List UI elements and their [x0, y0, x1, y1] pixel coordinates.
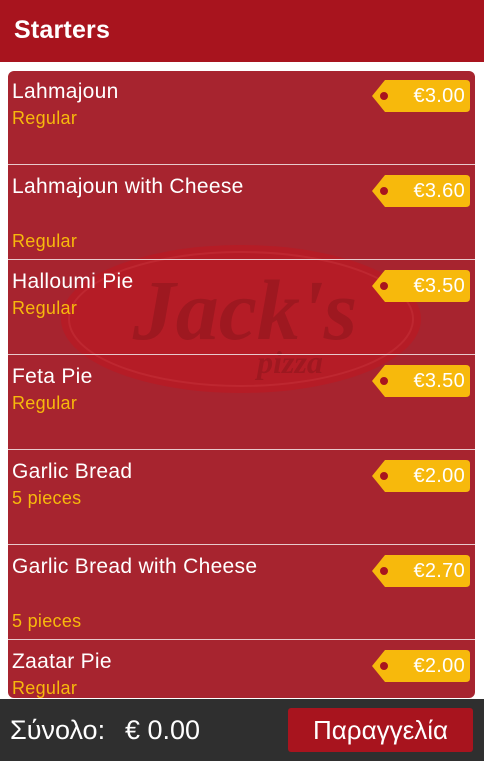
price-tag: €3.00 — [371, 78, 471, 114]
item-name: Zaatar Pie — [12, 650, 112, 673]
item-price: €3.50 — [413, 275, 465, 297]
menu-item[interactable]: Garlic Bread with Cheese 5 pieces €2.70 — [8, 546, 475, 640]
item-price: €2.00 — [413, 655, 465, 677]
menu-list[interactable]: Jack's pizza Lahmajoun Regular €3.00 Lahmaj… — [8, 71, 475, 698]
item-size: Regular — [12, 678, 78, 698]
item-price: €3.50 — [413, 370, 465, 392]
total-label: Σύνολο: — [10, 715, 106, 745]
price-tag: €2.00 — [371, 458, 471, 494]
item-size: Regular — [12, 393, 78, 413]
page-title: Starters — [14, 16, 111, 44]
menu-item[interactable]: Feta Pie Regular €3.50 — [8, 356, 475, 450]
item-name: Lahmajoun — [12, 80, 119, 103]
item-name: Garlic Bread with Cheese — [12, 555, 258, 578]
price-tag: €2.70 — [371, 553, 471, 589]
item-price: €3.00 — [413, 85, 465, 107]
total-value: € 0.00 — [125, 715, 201, 745]
item-price: €2.00 — [413, 465, 465, 487]
item-size: 5 pieces — [12, 488, 82, 508]
menu-item[interactable]: Garlic Bread 5 pieces €2.00 — [8, 451, 475, 545]
item-name: Halloumi Pie — [12, 270, 134, 293]
menu-item[interactable]: Halloumi Pie Regular €3.50 — [8, 261, 475, 355]
item-price: €3.60 — [413, 180, 465, 202]
price-tag: €3.50 — [371, 268, 471, 304]
menu-item[interactable]: Lahmajoun with Cheese Regular €3.60 — [8, 166, 475, 260]
price-tag: €3.50 — [371, 363, 471, 399]
footer-bar: Σύνολο: € 0.00 Παραγγελία — [0, 699, 484, 761]
order-button[interactable]: Παραγγελία — [288, 708, 473, 752]
item-price: €2.70 — [413, 560, 465, 582]
item-name: Lahmajoun with Cheese — [12, 175, 244, 198]
item-size: Regular — [12, 298, 78, 318]
item-size: Regular — [12, 108, 78, 128]
price-tag: €2.00 — [371, 648, 471, 684]
price-tag: €3.60 — [371, 173, 471, 209]
item-size: 5 pieces — [12, 611, 82, 631]
menu-item[interactable]: Lahmajoun Regular €3.00 — [8, 71, 475, 165]
item-name: Garlic Bread — [12, 460, 133, 483]
item-size: Regular — [12, 231, 78, 251]
item-name: Feta Pie — [12, 365, 93, 388]
menu-item[interactable]: Zaatar Pie Regular €2.00 — [8, 641, 475, 698]
app-header: Starters — [0, 0, 484, 62]
